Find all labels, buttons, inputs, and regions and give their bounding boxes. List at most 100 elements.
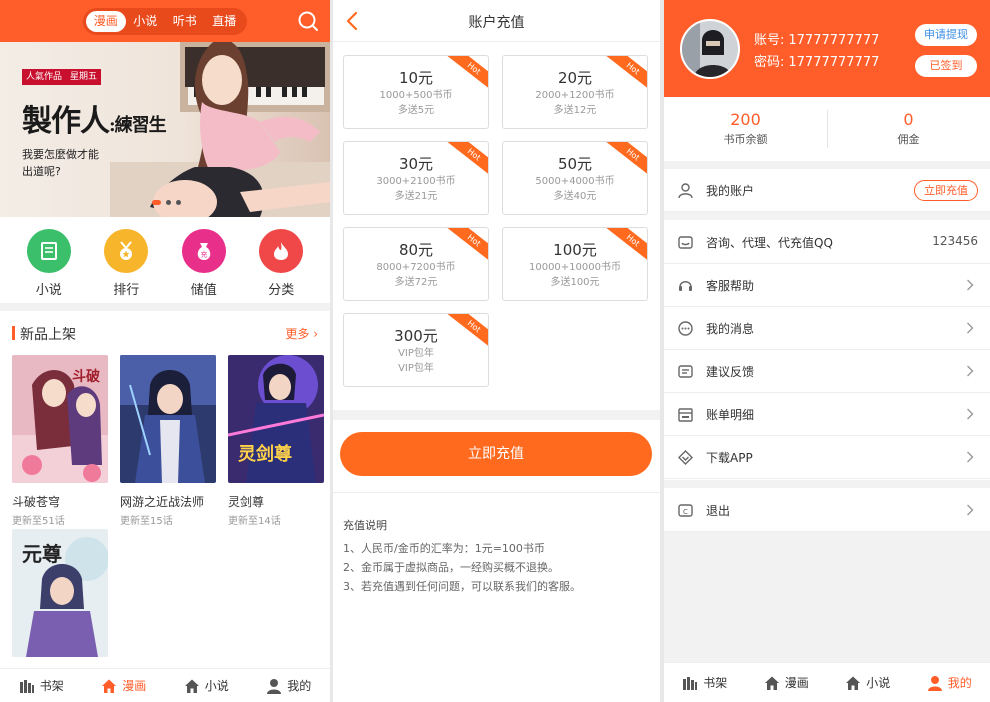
commission-stat[interactable]: 0 佣金 <box>827 97 990 161</box>
svg-text:灵剑尊: 灵剑尊 <box>238 443 292 465</box>
bottom-tabbar: 书架 漫画 小说 我的 <box>0 668 330 702</box>
tab-novel-bottom[interactable]: 小说 <box>827 663 909 702</box>
tab-label: 小说 <box>204 679 229 693</box>
tab-comic-bottom[interactable]: 漫画 <box>83 669 166 702</box>
shortcut-ranking[interactable]: 排行 <box>96 217 156 303</box>
account-label: 账号: <box>754 33 785 48</box>
money-bag-icon: 充 <box>181 229 226 273</box>
book-card[interactable]: 元尊 元尊 <box>12 529 110 684</box>
section-title: 新品上架 <box>20 327 76 343</box>
tab-label: 书架 <box>703 676 728 690</box>
signed-in-button[interactable]: 已签到 <box>915 55 977 77</box>
menu-label: 下载APP <box>706 451 753 465</box>
menu-qq-contact[interactable]: 咨询、代理、代充值QQ 123456 <box>664 221 990 264</box>
message-icon <box>678 321 693 336</box>
menu-logout[interactable]: C 退出 <box>664 489 990 532</box>
plan-card[interactable]: Hot 100元 10000+10000书币 多送100元 <box>502 227 648 301</box>
menu-messages[interactable]: 我的消息 <box>664 307 990 350</box>
shortcut-category[interactable]: 分类 <box>251 217 311 303</box>
tab-mine[interactable]: 我的 <box>248 669 331 702</box>
account-value: 17777777777 <box>788 33 880 48</box>
book-card[interactable]: 灵剑尊 灵剑尊 更新至14话 <box>227 355 326 527</box>
plan-bonus: 多送72元 <box>394 277 438 288</box>
medal-icon <box>104 229 149 273</box>
book-icon <box>26 229 71 273</box>
shortcut-novel[interactable]: 小说 <box>19 217 79 303</box>
plan-coins: 3000+2100书币 <box>376 176 456 187</box>
plan-card[interactable]: Hot 10元 1000+500书币 多送5元 <box>343 55 489 129</box>
tab-live[interactable]: 直播 <box>205 11 245 32</box>
menu-billing[interactable]: 账单明细 <box>664 393 990 436</box>
recharge-header: 账户充值 <box>333 0 660 42</box>
category-shortcuts: 小说 排行 充 储值 分类 <box>0 217 330 303</box>
plan-card[interactable]: Hot 30元 3000+2100书币 多送21元 <box>343 141 489 215</box>
profile-screen: 账号: 17777777777 密码: 17777777777 申请提现 已签到 2… <box>664 0 990 702</box>
user-icon <box>678 183 693 199</box>
user-icon <box>927 675 942 691</box>
note-line: 3、若充值遇到任何问题，可以联系我们的客服。 <box>343 580 581 593</box>
book-title: 网游之近战法师 <box>120 495 205 509</box>
headset-icon <box>679 281 692 291</box>
pay-now-button[interactable]: 立即充值 <box>340 432 652 476</box>
plan-coins: 1000+500书币 <box>379 90 453 101</box>
divider <box>827 110 828 148</box>
new-releases-header: 新品上架 更多 › <box>0 318 330 348</box>
commission-label: 佣金 <box>897 133 920 146</box>
plan-coins: 8000+7200书币 <box>376 262 456 273</box>
svg-text:元尊: 元尊 <box>22 542 62 566</box>
tab-bookshelf[interactable]: 书架 <box>0 669 83 702</box>
menu-label: 我的消息 <box>706 322 755 336</box>
plan-bonus: 多送100元 <box>550 277 600 288</box>
tab-bookshelf[interactable]: 书架 <box>664 663 746 702</box>
tab-novel[interactable]: 小说 <box>126 11 166 32</box>
download-icon <box>678 450 693 465</box>
tab-mine[interactable]: 我的 <box>909 663 990 702</box>
banner-tag-day: 星期五 <box>66 69 102 85</box>
tab-audiobook[interactable]: 听书 <box>165 11 205 32</box>
banner-title-suffix: :練習生 <box>109 115 167 136</box>
avatar[interactable] <box>680 19 740 79</box>
account-info: 账号: 17777777777 密码: 17777777777 <box>754 30 879 74</box>
menu-download-app[interactable]: 下载APP <box>664 436 990 479</box>
commission-value: 0 <box>903 110 914 129</box>
chat-box-icon <box>678 236 693 249</box>
book-update: 更新至15话 <box>120 516 173 527</box>
plan-card[interactable]: Hot 20元 2000+1200书币 多送12元 <box>502 55 648 129</box>
menu-my-account[interactable]: 我的账户 立即充值 <box>664 169 990 212</box>
tab-comic[interactable]: 漫画 <box>86 11 126 32</box>
book-title: 灵剑尊 <box>228 495 265 509</box>
feedback-icon <box>678 365 693 378</box>
password-line: 密码: 17777777777 <box>754 52 879 74</box>
carousel-dot[interactable] <box>166 200 171 205</box>
tab-novel-bottom[interactable]: 小说 <box>165 669 248 702</box>
plan-card[interactable]: Hot 300元 VIP包年 VIP包年 <box>343 313 489 387</box>
banner-title: 製作人:練習生 <box>22 96 167 140</box>
menu-customer-service[interactable]: 客服帮助 <box>664 264 990 307</box>
banner-tag-popular: 人氣作品 <box>22 69 67 85</box>
carousel-dot-active[interactable] <box>152 200 161 205</box>
chevron-right-icon <box>967 365 974 377</box>
bill-icon <box>678 408 693 422</box>
recharge-now-button[interactable]: 立即充值 <box>914 180 978 201</box>
svg-text:充: 充 <box>200 250 207 259</box>
carousel-dot[interactable] <box>176 200 181 205</box>
plan-card[interactable]: Hot 50元 5000+4000书币 多送40元 <box>502 141 648 215</box>
menu-feedback[interactable]: 建议反馈 <box>664 350 990 393</box>
promo-banner[interactable]: 人氣作品 星期五 製作人:練習生 我要怎麼做才能出道呢? <box>0 42 330 217</box>
more-link[interactable]: 更多 › <box>285 325 318 342</box>
search-icon[interactable] <box>297 10 319 32</box>
book-update: 更新至14话 <box>228 516 281 527</box>
shortcut-deposit[interactable]: 充 储值 <box>174 217 234 303</box>
home-icon <box>102 679 117 693</box>
plan-bonus: 多送5元 <box>397 105 435 116</box>
chevron-right-icon <box>967 504 974 516</box>
book-card[interactable]: 斗破 斗破苍穹 更新至51话 <box>12 355 110 527</box>
book-card[interactable]: 网游之近战法师 更新至15话 <box>120 355 218 527</box>
withdraw-button[interactable]: 申请提现 <box>915 24 977 46</box>
profile-header: 账号: 17777777777 密码: 17777777777 申请提现 已签到 <box>664 0 990 97</box>
svg-text:C: C <box>683 508 688 516</box>
category-tabs: 漫画 小说 听书 直播 <box>83 8 247 35</box>
balance-stat[interactable]: 200 书币余额 <box>664 97 827 161</box>
plan-card[interactable]: Hot 80元 8000+7200书币 多送72元 <box>343 227 489 301</box>
tab-comic-bottom[interactable]: 漫画 <box>746 663 828 702</box>
